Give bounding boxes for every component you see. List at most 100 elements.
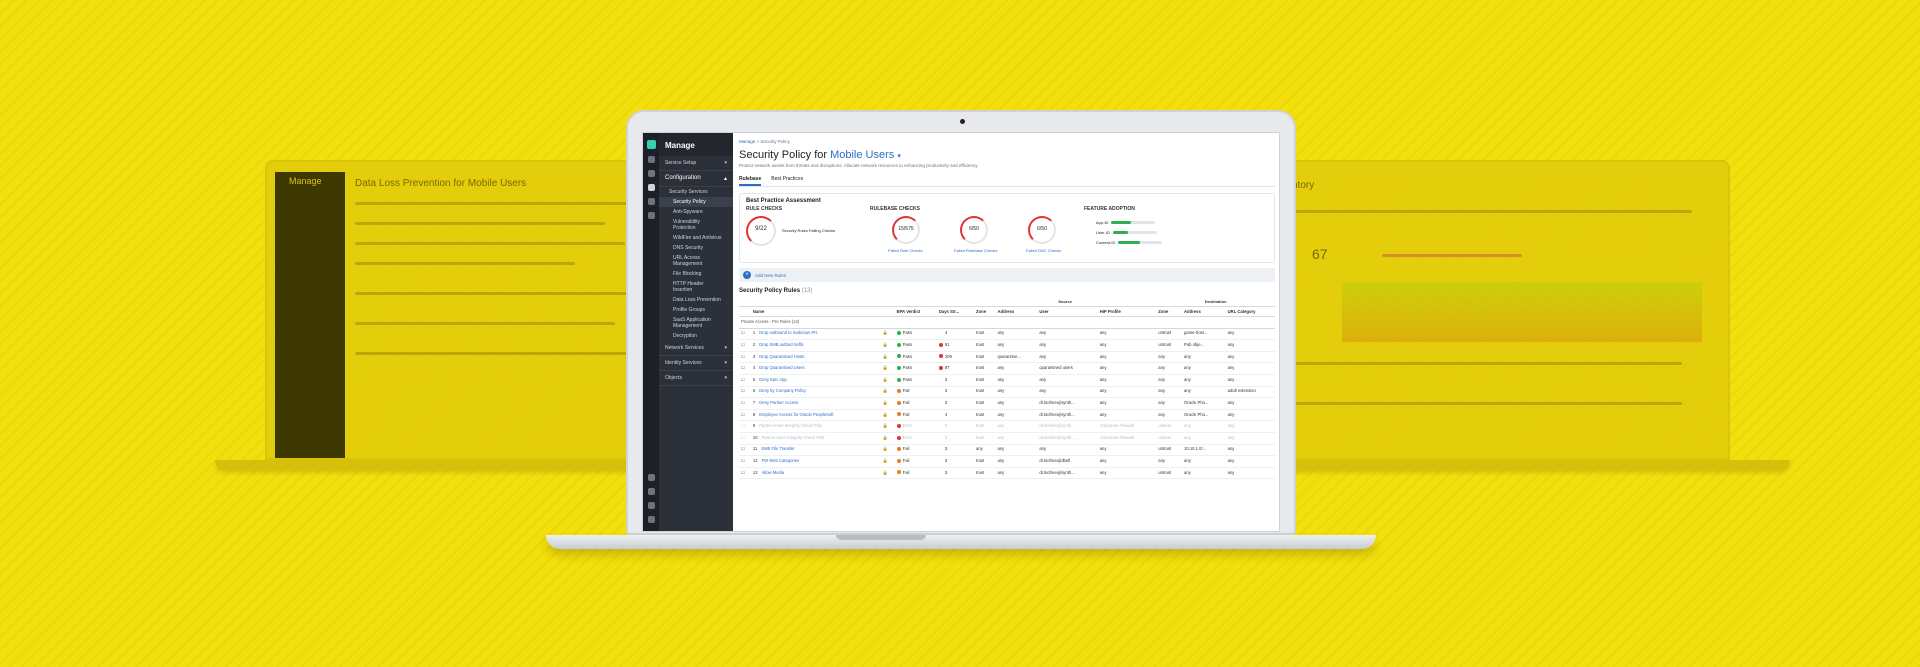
main-laptop: Manage Service Setup ▾ Configuration ▴ Sec… <box>546 110 1376 550</box>
url-category: adult extension <box>1225 386 1275 399</box>
sidebar-section-identity-services[interactable]: Identity Services ▾ <box>659 356 733 371</box>
document-icon[interactable] <box>647 212 655 219</box>
table-row[interactable]: ☐ 13 Allow Media 🔒 Fail 3 trust any dr.tsofreeoj… <box>739 467 1275 480</box>
sidebar-item[interactable]: Vulnerability Protection <box>659 217 733 233</box>
rule-name[interactable]: 13 Allow Media <box>750 467 881 480</box>
rule-name[interactable]: 10 Partner Inner Integrity Check Pilot <box>750 432 881 445</box>
failed-rulebase-checks-link[interactable]: Failed Rulebase Checks <box>954 248 997 253</box>
rule-name[interactable]: 12 FW Web Categories <box>750 455 881 468</box>
table-row[interactable]: ☐ 9 Partner Inner Integrity Check Plan 🔒 Err… <box>739 420 1275 433</box>
row-checkbox[interactable]: ☐ <box>739 362 751 375</box>
info-icon[interactable] <box>647 488 655 495</box>
rule-name[interactable]: 6 Deny by Company Policy <box>750 386 881 399</box>
rule-name[interactable]: 2 Drop SMB outbnd traffic <box>750 339 881 352</box>
row-checkbox[interactable]: ☐ <box>739 374 751 387</box>
table-row[interactable]: ☐ 8 Employee Access for Oracle PeopleSoft 🔒… <box>739 409 1275 422</box>
rule-name[interactable]: 11 SMB File Transfer <box>750 444 881 457</box>
tab-rulebase[interactable]: Rulebase <box>739 174 762 186</box>
logo-icon[interactable] <box>646 140 656 149</box>
row-checkbox[interactable]: ☐ <box>739 397 751 410</box>
sidebar-item[interactable]: HTTP Header Insertion <box>659 279 733 295</box>
table-row[interactable]: ☐ 3 Drop Quarantined Hosts 🔒 Pass 209 trust qua… <box>739 351 1275 364</box>
manage-icon[interactable] <box>647 184 655 191</box>
column-header[interactable]: BPA Verdict <box>894 306 937 317</box>
row-checkbox[interactable]: ☐ <box>739 351 751 364</box>
sidebar-item[interactable]: File Blocking <box>659 269 733 279</box>
sidebar-section-configuration[interactable]: Configuration ▴ <box>659 171 733 187</box>
sidebar-item[interactable]: Security Services <box>659 187 733 197</box>
row-checkbox[interactable]: ☐ <box>739 432 751 445</box>
table-row[interactable]: ☐ 10 Partner Inner Integrity Check Pilot 🔒 E… <box>739 432 1275 445</box>
row-checkbox[interactable]: ☐ <box>739 409 751 422</box>
location-icon[interactable] <box>647 156 655 163</box>
sidebar-item[interactable]: Anti-Spyware <box>659 207 733 217</box>
row-checkbox[interactable]: ☐ <box>739 444 751 457</box>
help-icon[interactable] <box>647 474 655 481</box>
rules-table: Source Destination Name BPA Verdict Days S… <box>739 297 1275 480</box>
sidebar-item-security-policy[interactable]: Security Policy <box>659 197 733 207</box>
column-header[interactable] <box>739 306 751 317</box>
rule-checks-gauge: 9/22 <box>746 216 776 246</box>
row-checkbox[interactable]: ☐ <box>739 467 751 480</box>
sidebar-item[interactable]: Data Loss Prevention <box>659 295 733 305</box>
source-address: any <box>995 339 1038 352</box>
row-checkbox[interactable]: ☐ <box>739 328 751 341</box>
sidebar-section-objects[interactable]: Objects ▾ <box>659 371 733 386</box>
rule-name[interactable]: 8 Employee Access for Oracle PeopleSoft <box>750 409 881 422</box>
sidebar-item[interactable]: WildFire and Antivirus <box>659 233 733 243</box>
column-header[interactable]: User <box>1037 306 1098 317</box>
lock-icon: 🔒 <box>880 432 895 445</box>
table-row[interactable]: ☐ 7 Deny Partner Access 🔒 Fail 3 trust any dr.ts… <box>739 397 1275 410</box>
hip-profile: Corporate Firewall <box>1097 420 1157 433</box>
add-rule-button[interactable]: + <box>743 271 751 279</box>
dest-address: any <box>1182 362 1226 375</box>
column-header[interactable]: Address <box>995 306 1038 317</box>
rule-name[interactable]: 9 Partner Inner Integrity Check Plan <box>750 420 881 433</box>
table-row[interactable]: ☐ 1 Drop outbound to malicious IPs 🔒 Pass 4 tr… <box>739 328 1275 341</box>
add-rule-label[interactable]: Add New Rules <box>755 273 786 278</box>
table-row[interactable]: ☐ 4 Drop Quarantined Users 🔒 Pass 87 trust any q… <box>739 362 1275 375</box>
column-header[interactable]: Zone <box>1156 306 1183 317</box>
row-checkbox[interactable]: ☐ <box>739 420 751 433</box>
column-header[interactable] <box>880 306 895 317</box>
apps-icon[interactable] <box>647 516 655 523</box>
sidebar-item[interactable]: Decryption <box>659 331 733 341</box>
chevron-down-icon[interactable]: ▾ <box>897 153 901 160</box>
column-header[interactable]: URL Category <box>1225 306 1275 317</box>
breadcrumb-root[interactable]: Manage <box>739 139 755 144</box>
chart-icon[interactable] <box>647 198 655 205</box>
rule-name[interactable]: 7 Deny Partner Access <box>750 397 881 410</box>
sidebar-section-network-services[interactable]: Network Services ▾ <box>659 341 733 356</box>
dest-address: any <box>1182 351 1226 364</box>
tab-best-practices[interactable]: Best Practices <box>771 174 803 186</box>
column-header[interactable]: Zone <box>974 306 996 317</box>
column-header[interactable]: HIP Profile <box>1097 306 1157 317</box>
user-icon[interactable] <box>647 502 655 509</box>
row-checkbox[interactable]: ☐ <box>739 455 751 468</box>
rule-name[interactable]: 3 Drop Quarantined Hosts <box>750 351 881 364</box>
failed-rule-checks-link[interactable]: Failed Rule Checks <box>888 248 923 253</box>
sidebar-item[interactable]: SaaS Application Management <box>659 315 733 331</box>
table-row[interactable]: ☐ 2 Drop SMB outbnd traffic 🔒 Pass 91 trust any… <box>739 339 1275 352</box>
sidebar-item[interactable]: Profile Groups <box>659 305 733 315</box>
dashboard-icon[interactable] <box>647 170 655 177</box>
column-header[interactable]: Days Str... <box>936 306 975 317</box>
table-row[interactable]: ☐ 11 SMB File Transfer 🔒 Fail 3 any any any any un… <box>739 444 1275 457</box>
table-row[interactable]: ☐ 6 Deny by Company Policy 🔒 Fail 3 trust any an… <box>739 386 1275 399</box>
rule-name[interactable]: 1 Drop outbound to malicious IPs <box>750 328 881 341</box>
failed-dnc-checks-link[interactable]: Failed DNC Checks <box>1026 248 1061 253</box>
table-row[interactable]: ☐ 12 FW Web Categories 🔒 Fail 3 trust any dr.tso… <box>739 455 1275 468</box>
rule-name[interactable]: 4 Drop Quarantined Users <box>750 362 881 375</box>
sidebar-section-service-setup[interactable]: Service Setup ▾ <box>659 156 733 171</box>
row-checkbox[interactable]: ☐ <box>739 339 751 352</box>
row-checkbox[interactable]: ☐ <box>739 386 751 399</box>
rule-name[interactable]: 5 Deny Epic App <box>750 374 881 387</box>
scope-dropdown[interactable]: Mobile Users <box>830 149 894 161</box>
table-row[interactable]: ☐ 5 Deny Epic App 🔒 Pass 3 trust any any any any an… <box>739 374 1275 387</box>
column-header[interactable]: Address <box>1182 306 1226 317</box>
rule-group-row[interactable]: Private Access - Pre Rules (13) <box>739 316 1275 329</box>
nav-sidebar: Manage Service Setup ▾ Configuration ▴ Sec… <box>659 133 733 531</box>
column-header[interactable]: Name <box>750 306 881 317</box>
sidebar-item[interactable]: URL Access Management <box>659 253 733 269</box>
sidebar-item[interactable]: DNS Security <box>659 243 733 253</box>
